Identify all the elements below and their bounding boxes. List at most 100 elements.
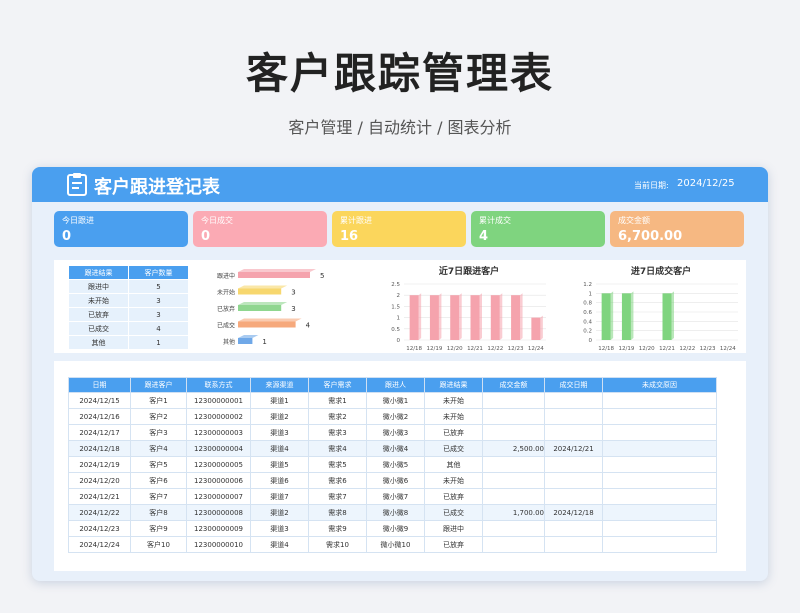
table-cell[interactable]: 12300000001 [186,392,251,409]
table-cell[interactable]: 12300000006 [186,472,251,489]
table-cell[interactable]: 客户2 [130,408,187,425]
table-cell[interactable]: 渠道4 [250,440,309,457]
table-cell[interactable]: 微小微2 [366,408,425,425]
table-cell[interactable]: 客户10 [130,536,187,553]
table-cell[interactable]: 客户3 [130,424,187,441]
table-cell[interactable]: 渠道7 [250,488,309,505]
column-header[interactable]: 成交金额 [482,377,545,393]
table-cell[interactable]: 需求8 [308,504,367,521]
kpi-value[interactable]: 0 [201,229,319,244]
table-cell[interactable]: 微小微6 [366,472,425,489]
table-cell[interactable]: 12300000010 [186,536,251,553]
table-cell[interactable]: 12300000007 [186,488,251,505]
table-cell[interactable]: 微小微1 [366,392,425,409]
table-cell[interactable] [544,408,603,425]
table-cell[interactable] [602,472,717,489]
table-cell[interactable]: 渠道3 [250,424,309,441]
table-cell[interactable]: 未开始 [424,392,483,409]
table-cell[interactable]: 客户8 [130,504,187,521]
table-cell[interactable]: 2024/12/21 [68,488,131,505]
table-cell[interactable]: 2024/12/18 [68,440,131,457]
summary-cell[interactable]: 已放弃 [68,307,129,322]
table-cell[interactable] [602,440,717,457]
table-cell[interactable]: 2024/12/15 [68,392,131,409]
summary-header[interactable]: 跟进结果 [68,265,129,280]
column-header[interactable]: 联系方式 [186,377,251,393]
column-header[interactable]: 日期 [68,377,131,393]
table-cell[interactable] [482,456,545,473]
table-cell[interactable] [602,520,717,537]
table-cell[interactable]: 12300000005 [186,456,251,473]
column-header[interactable]: 成交日期 [544,377,603,393]
table-cell[interactable]: 微小微4 [366,440,425,457]
table-cell[interactable]: 需求1 [308,392,367,409]
table-cell[interactable]: 客户1 [130,392,187,409]
table-cell[interactable] [544,456,603,473]
table-cell[interactable]: 微小微3 [366,424,425,441]
table-cell[interactable]: 需求4 [308,440,367,457]
table-cell[interactable]: 已放弃 [424,488,483,505]
summary-cell[interactable]: 已成交 [68,321,129,336]
column-header[interactable]: 跟进结果 [424,377,483,393]
table-cell[interactable]: 需求9 [308,520,367,537]
summary-cell[interactable]: 4 [128,321,189,336]
table-cell[interactable]: 需求7 [308,488,367,505]
table-cell[interactable]: 12300000002 [186,408,251,425]
table-cell[interactable] [602,504,717,521]
table-cell[interactable] [602,424,717,441]
summary-cell[interactable]: 3 [128,293,189,308]
table-cell[interactable]: 2024/12/19 [68,456,131,473]
summary-cell[interactable]: 跟进中 [68,279,129,294]
table-cell[interactable] [544,424,603,441]
summary-cell[interactable]: 未开始 [68,293,129,308]
table-cell[interactable]: 渠道4 [250,536,309,553]
table-cell[interactable]: 需求3 [308,424,367,441]
table-cell[interactable]: 2024/12/21 [544,440,603,457]
kpi-value[interactable]: 4 [479,229,597,244]
table-cell[interactable] [482,472,545,489]
column-header[interactable]: 来源渠道 [250,377,309,393]
kpi-value[interactable]: 16 [340,229,458,244]
table-cell[interactable] [544,392,603,409]
table-cell[interactable]: 2024/12/18 [544,504,603,521]
table-cell[interactable]: 渠道5 [250,456,309,473]
table-cell[interactable]: 客户5 [130,456,187,473]
table-cell[interactable]: 渠道3 [250,520,309,537]
current-date-value[interactable]: 2024/12/25 [677,178,735,189]
table-cell[interactable] [482,520,545,537]
table-cell[interactable] [602,408,717,425]
table-cell[interactable]: 客户9 [130,520,187,537]
table-cell[interactable]: 渠道2 [250,504,309,521]
table-cell[interactable]: 12300000003 [186,424,251,441]
table-cell[interactable]: 跟进中 [424,520,483,537]
column-header[interactable]: 客户需求 [308,377,367,393]
column-header[interactable]: 跟进客户 [130,377,187,393]
table-cell[interactable] [602,536,717,553]
kpi-value[interactable]: 0 [62,229,180,244]
table-cell[interactable]: 2024/12/23 [68,520,131,537]
table-cell[interactable]: 微小微10 [366,536,425,553]
table-cell[interactable]: 已成交 [424,440,483,457]
table-cell[interactable] [544,536,603,553]
table-cell[interactable]: 渠道2 [250,408,309,425]
kpi-value[interactable]: 6,700.00 [618,229,736,244]
table-cell[interactable]: 微小微7 [366,488,425,505]
table-cell[interactable]: 2,500.00 [482,440,545,457]
table-cell[interactable] [544,472,603,489]
table-cell[interactable]: 渠道6 [250,472,309,489]
table-cell[interactable]: 客户4 [130,440,187,457]
table-cell[interactable] [482,408,545,425]
table-cell[interactable]: 微小微5 [366,456,425,473]
table-cell[interactable]: 渠道1 [250,392,309,409]
table-cell[interactable]: 已成交 [424,504,483,521]
table-cell[interactable]: 客户6 [130,472,187,489]
table-cell[interactable]: 2024/12/17 [68,424,131,441]
table-cell[interactable]: 12300000004 [186,440,251,457]
table-cell[interactable]: 2024/12/22 [68,504,131,521]
table-cell[interactable]: 已放弃 [424,536,483,553]
table-cell[interactable]: 微小微9 [366,520,425,537]
table-cell[interactable] [482,536,545,553]
table-cell[interactable] [602,392,717,409]
table-cell[interactable]: 12300000008 [186,504,251,521]
table-cell[interactable]: 需求5 [308,456,367,473]
